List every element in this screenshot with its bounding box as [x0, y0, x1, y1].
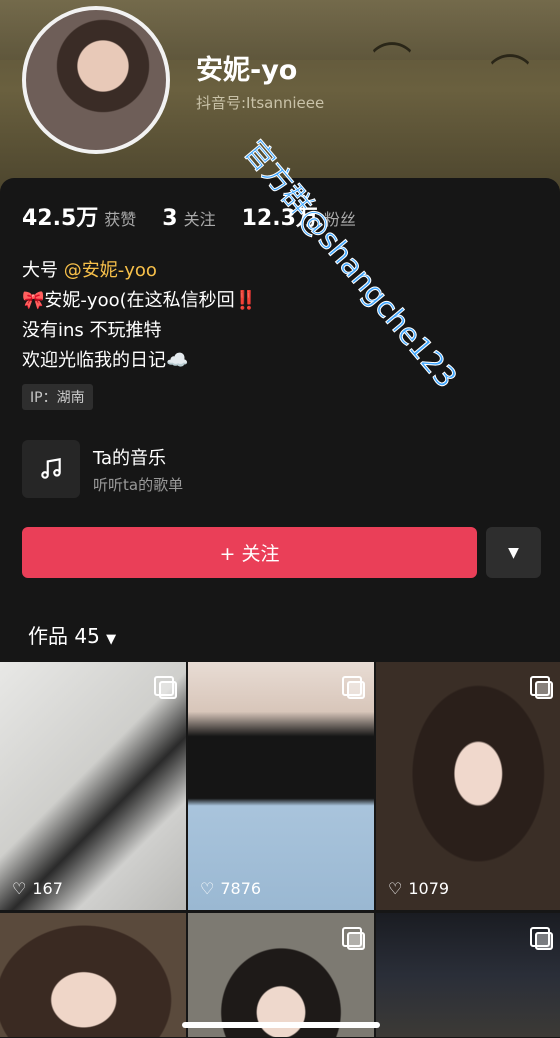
- bio-line: 大号 @安妮-yoo: [22, 256, 257, 286]
- ip-location-badge: IP：湖南: [22, 384, 93, 410]
- music-title[interactable]: Ta的音乐: [93, 444, 166, 470]
- like-count: 167: [32, 879, 63, 898]
- video-thumbnail[interactable]: [0, 913, 186, 1037]
- stat-value: 3: [162, 206, 178, 231]
- avatar[interactable]: [22, 6, 170, 154]
- douyin-id[interactable]: 抖音号:Itsannieee: [196, 92, 324, 113]
- bio-text: 欢迎光临我的日记: [22, 350, 166, 371]
- caret-down-icon: ▼: [106, 632, 117, 647]
- double-exclamation-icon: ‼️: [234, 290, 258, 311]
- stat-value: 42.5万: [22, 206, 99, 231]
- video-likes: ♡ 1079: [388, 879, 449, 898]
- video-thumbnail[interactable]: [376, 913, 560, 1037]
- multi-image-icon: [342, 927, 365, 950]
- cloud-icon: ☁️: [166, 350, 189, 371]
- stat-label: 关注: [183, 210, 216, 229]
- heart-icon: ♡: [200, 879, 215, 898]
- bio-prefix: 大号: [22, 260, 64, 281]
- stat-label: 获赞: [104, 210, 137, 229]
- video-thumbnail[interactable]: [188, 913, 374, 1037]
- video-thumbnail[interactable]: ♡ 167: [0, 662, 186, 910]
- video-likes: ♡ 167: [12, 879, 63, 898]
- bio-line: 🎀安妮-yoo(在这私信秒回‼️: [22, 286, 257, 316]
- video-grid: ♡ 167 ♡ 7876 ♡ 1079: [0, 662, 560, 1037]
- stat-following[interactable]: 3 关注: [162, 206, 215, 231]
- bio-line: 没有ins 不玩推特: [22, 320, 162, 341]
- bio-mention-link[interactable]: @安妮-yoo: [64, 260, 157, 281]
- more-options-button[interactable]: ▼: [486, 527, 541, 578]
- seagull-icon: ⌒: [490, 52, 530, 98]
- music-note-icon[interactable]: [22, 440, 80, 498]
- multi-image-icon: [530, 676, 553, 699]
- caret-down-icon: ▼: [508, 544, 519, 561]
- bio-line: 欢迎光临我的日记☁️: [22, 346, 257, 376]
- video-thumbnail[interactable]: ♡ 7876: [188, 662, 374, 910]
- ribbon-icon: 🎀: [22, 290, 45, 311]
- multi-image-icon: [530, 927, 553, 950]
- multi-image-icon: [342, 676, 365, 699]
- multi-image-icon: [154, 676, 177, 699]
- heart-icon: ♡: [388, 879, 403, 898]
- profile-name: 安妮-yo: [196, 55, 298, 86]
- music-note-glyph: [41, 457, 61, 479]
- bio-text: 安妮-yoo(在这私信秒回: [44, 290, 235, 311]
- music-subtitle: 听听ta的歌单: [93, 476, 184, 494]
- like-count: 7876: [220, 879, 262, 898]
- home-indicator[interactable]: [182, 1022, 380, 1028]
- follow-button[interactable]: + 关注: [22, 527, 477, 578]
- stat-likes[interactable]: 42.5万 获赞: [22, 200, 136, 232]
- video-thumbnail[interactable]: ♡ 1079: [376, 662, 560, 910]
- works-tab[interactable]: 作品 45 ▼: [28, 620, 116, 649]
- works-tab-label: 作品 45: [28, 624, 100, 648]
- seagull-icon: ⌒: [372, 40, 412, 86]
- bio: 大号 @安妮-yoo 🎀安妮-yoo(在这私信秒回‼️ 没有ins 不玩推特 欢…: [22, 256, 257, 376]
- heart-icon: ♡: [12, 879, 27, 898]
- video-likes: ♡ 7876: [200, 879, 261, 898]
- like-count: 1079: [408, 879, 450, 898]
